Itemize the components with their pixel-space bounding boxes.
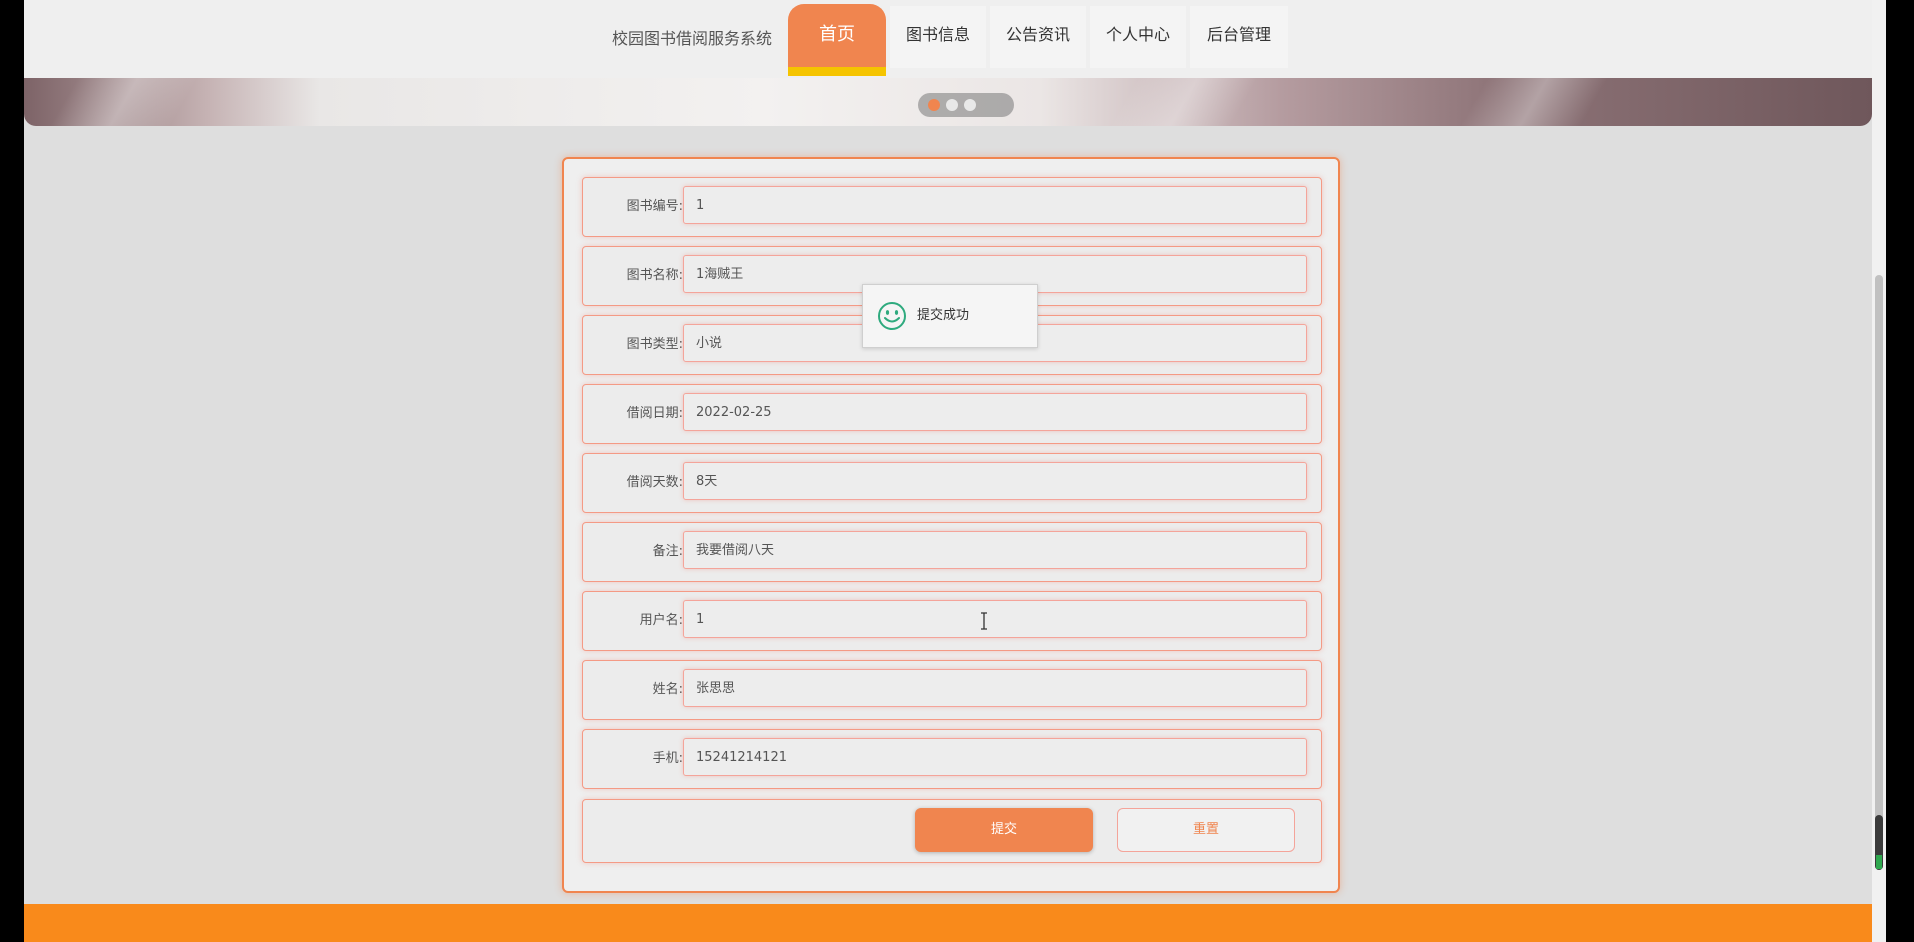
banner-decoration xyxy=(50,78,198,126)
borrow-date-label: 借阅日期: xyxy=(626,406,683,421)
form-row-borrow-date: 借阅日期: 2022-02-25 xyxy=(582,384,1322,444)
remarks-label: 备注: xyxy=(652,544,683,559)
carousel-dots xyxy=(918,93,1014,117)
page: 校园图书借阅服务系统 首页 图书信息 公告资讯 个人中心 后台管理 图书编号: … xyxy=(24,0,1872,942)
form-row-borrow-days: 借阅天数: 8天 xyxy=(582,453,1322,513)
remarks-field[interactable]: 我要借阅八天 xyxy=(683,531,1307,569)
banner-decoration xyxy=(1460,78,1608,126)
phone-label: 手机: xyxy=(652,751,683,766)
book-id-field[interactable]: 1 xyxy=(683,186,1307,224)
form-row-book-id: 图书编号: 1 xyxy=(582,177,1322,237)
name-label: 姓名: xyxy=(652,682,683,697)
name-field[interactable]: 张思思 xyxy=(683,669,1307,707)
book-name-label: 图书名称: xyxy=(626,268,683,283)
scrollbar-track-thumb[interactable] xyxy=(1875,275,1883,870)
nav-item-home[interactable]: 首页 xyxy=(788,4,886,76)
success-toast: 提交成功 xyxy=(862,284,1038,348)
carousel-dot-3[interactable] xyxy=(964,99,976,111)
top-navbar: 校园图书借阅服务系统 首页 图书信息 公告资讯 个人中心 后台管理 xyxy=(24,0,1872,79)
text-cursor-icon xyxy=(981,612,987,630)
site-title: 校园图书借阅服务系统 xyxy=(612,29,773,48)
nav-item-news[interactable]: 公告资讯 xyxy=(990,6,1086,68)
carousel-dot-1[interactable] xyxy=(928,99,940,111)
nav-item-books[interactable]: 图书信息 xyxy=(890,6,986,68)
reset-button[interactable]: 重置 xyxy=(1117,808,1295,852)
form-row-phone: 手机: 15241214121 xyxy=(582,729,1322,789)
carousel-dot-2[interactable] xyxy=(946,99,958,111)
form-actions: 提交 重置 xyxy=(582,799,1322,863)
vertical-scrollbar[interactable] xyxy=(1872,0,1886,942)
book-id-label: 图书编号: xyxy=(626,199,683,214)
form-row-name: 姓名: 张思思 xyxy=(582,660,1322,720)
banner-decoration xyxy=(1110,78,1258,126)
form-row-username: 用户名: 1 xyxy=(582,591,1322,651)
borrow-form: 图书编号: 1 图书名称: 1海贼王 图书类型: 小说 借阅日期: 2022-0… xyxy=(562,157,1340,893)
nav-item-admin[interactable]: 后台管理 xyxy=(1190,6,1288,68)
username-field[interactable]: 1 xyxy=(683,600,1307,638)
borrow-date-field[interactable]: 2022-02-25 xyxy=(683,393,1307,431)
submit-button[interactable]: 提交 xyxy=(915,808,1093,852)
borrow-days-label: 借阅天数: xyxy=(626,475,683,490)
toast-message: 提交成功 xyxy=(917,308,970,323)
borrow-days-field[interactable]: 8天 xyxy=(683,462,1307,500)
nav-item-profile[interactable]: 个人中心 xyxy=(1090,6,1186,68)
footer-bar xyxy=(24,904,1872,942)
phone-field[interactable]: 15241214121 xyxy=(683,738,1307,776)
smile-icon xyxy=(878,302,906,330)
book-type-label: 图书类型: xyxy=(626,337,683,352)
scrollbar-indicator xyxy=(1876,855,1882,869)
form-row-remarks: 备注: 我要借阅八天 xyxy=(582,522,1322,582)
username-label: 用户名: xyxy=(639,613,683,628)
